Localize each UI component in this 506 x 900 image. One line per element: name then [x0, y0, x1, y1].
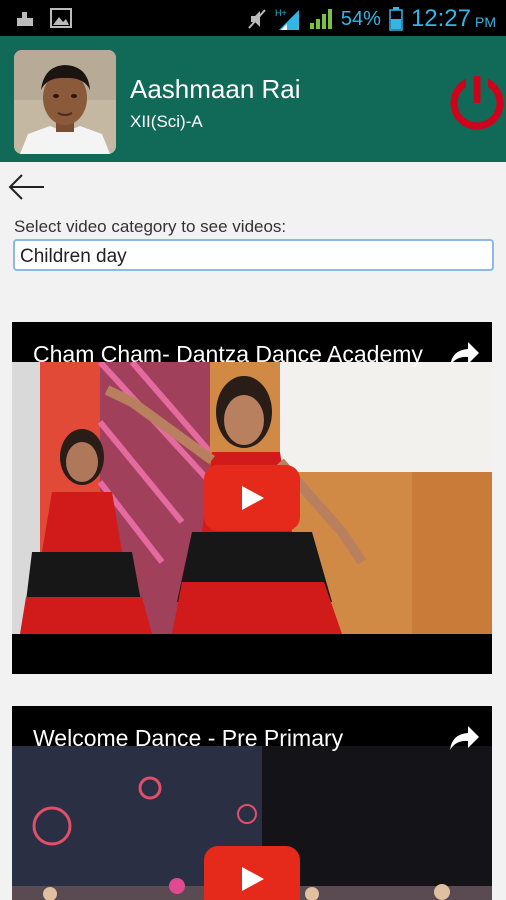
play-button[interactable] — [204, 846, 300, 900]
image-icon — [50, 8, 72, 28]
svg-text:H+: H+ — [275, 8, 287, 18]
signal-icon — [309, 9, 332, 29]
user-class: XII(Sci)-A — [130, 112, 203, 131]
category-label: Select video category to see videos: — [14, 217, 287, 236]
clock-time: 12:27 — [410, 5, 471, 32]
video-card[interactable]: Welcome Dance - Pre Primary — [12, 706, 492, 900]
video-card[interactable]: Cham Cham- Dantza Dance Academy — [12, 322, 492, 674]
mute-icon — [248, 9, 266, 29]
back-arrow-icon[interactable] — [8, 172, 46, 202]
share-icon[interactable] — [448, 340, 480, 370]
category-select[interactable]: Children day — [13, 239, 494, 271]
play-button[interactable] — [204, 465, 300, 531]
usb-icon — [17, 12, 33, 26]
video-thumbnail — [12, 362, 492, 634]
battery-icon — [389, 7, 403, 31]
profile-header: Aashmaan Rai XII(Sci)-A — [0, 36, 506, 162]
user-name: Aashmaan Rai — [130, 74, 301, 104]
share-icon[interactable] — [448, 724, 480, 754]
status-bar: H+ 54% 12:27 PM — [0, 0, 506, 36]
power-icon[interactable] — [448, 72, 506, 130]
clock-period: PM — [475, 14, 496, 30]
avatar — [14, 50, 116, 154]
data-signal-icon: H+ — [275, 8, 299, 30]
video-title[interactable]: Welcome Dance - Pre Primary — [33, 725, 433, 752]
battery-percent: 54% — [340, 7, 381, 30]
video-thumbnail — [12, 746, 492, 900]
video-title[interactable]: Cham Cham- Dantza Dance Academy — [33, 341, 433, 368]
